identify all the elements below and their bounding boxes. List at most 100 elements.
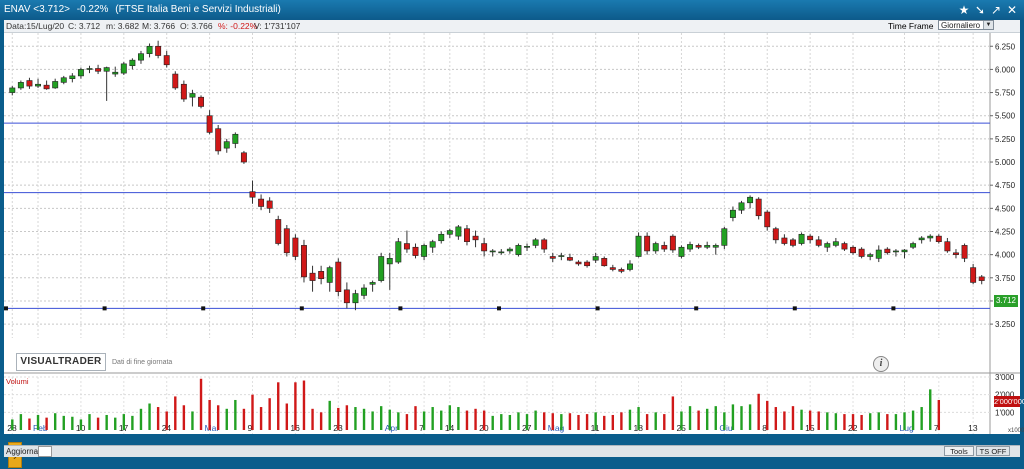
volume-bar <box>397 412 400 430</box>
volume-bar <box>551 413 554 430</box>
candle-body <box>601 258 608 267</box>
candle-body <box>687 244 693 250</box>
info-open: O: 3.766 <box>180 21 213 31</box>
line-handle <box>299 306 304 311</box>
refresh-button[interactable]: Aggiorna <box>6 447 38 456</box>
volume-bar <box>371 411 374 430</box>
y-tick-label: 5.000 <box>995 158 1016 167</box>
volume-bar <box>414 406 417 430</box>
volume-bar <box>723 412 726 430</box>
candle-body <box>120 63 127 74</box>
volume-bar <box>251 394 254 430</box>
candle-body <box>927 235 934 239</box>
candle-body <box>318 271 325 280</box>
volume-level-label: 2'000'000 <box>994 396 1024 407</box>
volume-bar <box>148 403 151 430</box>
candle-body <box>592 256 599 261</box>
y-tick-label: 5.750 <box>995 89 1016 98</box>
volume-bar <box>379 406 383 430</box>
volume-bar <box>757 393 760 430</box>
volume-bar <box>165 411 168 430</box>
candlestick-chart[interactable]: 3.2503.5003.7504.0004.2504.5004.7505.000… <box>4 33 1020 434</box>
volume-bar <box>903 412 906 430</box>
candle-body <box>258 198 265 207</box>
volume-bar <box>362 408 366 430</box>
candle-body <box>429 241 436 248</box>
x-tick-label: Lug <box>900 423 914 433</box>
candle-body <box>661 245 668 250</box>
candle-body <box>824 243 831 248</box>
volume-bar <box>894 414 898 430</box>
volume-bar <box>877 412 880 430</box>
line-handle <box>4 306 8 311</box>
close-icon[interactable]: ✕ <box>1004 2 1020 18</box>
candle-body <box>772 228 779 241</box>
window-title: ENAV <3.712> -0.22% (FTSE Italia Beni e … <box>4 4 285 15</box>
candle-body <box>180 83 187 100</box>
volume-bar <box>174 396 177 430</box>
candle-body <box>498 251 505 254</box>
refresh-field[interactable] <box>38 446 52 457</box>
pin-icon[interactable]: ➘ <box>972 2 988 18</box>
volume-bar <box>156 407 160 430</box>
time-frame-select[interactable]: Giornaliero ▼ <box>938 20 994 30</box>
star-icon[interactable]: ★ <box>956 2 972 18</box>
candle-body <box>841 243 848 250</box>
x-tick-label: Apr <box>385 423 398 433</box>
volume-bar <box>482 410 486 430</box>
candle-body <box>232 133 239 144</box>
line-handle <box>792 306 797 311</box>
volume-bar <box>860 414 863 430</box>
last-price-label: 3.712 <box>994 295 1018 307</box>
candle-body <box>455 226 462 237</box>
candle-body <box>970 267 977 283</box>
volume-bar <box>71 416 74 430</box>
volume-bar <box>783 411 786 430</box>
line-handle <box>595 306 600 311</box>
volume-bar <box>259 407 263 430</box>
candle-body <box>875 249 882 259</box>
candle-body <box>352 293 359 304</box>
candle-body <box>901 249 908 253</box>
y-tick-label: 3.750 <box>995 274 1016 283</box>
candle-body <box>26 80 33 87</box>
volume-bar <box>731 404 735 430</box>
quote-info-bar: Data:15/Lug/20 C: 3.712 m: 3.682 M: 3.76… <box>4 20 1020 33</box>
volume-bar <box>851 414 855 430</box>
volume-bar <box>345 405 349 430</box>
candle-body <box>678 246 685 257</box>
volume-bar <box>474 408 477 430</box>
candle-body <box>189 93 196 98</box>
candle-body <box>335 261 342 292</box>
line-handle <box>497 306 501 311</box>
candle-body <box>712 245 719 248</box>
candle-body <box>301 245 307 278</box>
volume-bar <box>139 408 143 430</box>
restore-icon[interactable]: ↗ <box>988 2 1004 18</box>
candle-body <box>326 267 333 283</box>
info-icon[interactable]: i <box>873 356 889 372</box>
volume-bar <box>937 399 941 430</box>
chevron-down-icon[interactable]: ▼ <box>983 21 993 29</box>
candle-body <box>95 68 102 72</box>
volume-bar <box>328 400 331 430</box>
volume-bar <box>826 412 829 430</box>
tools-button[interactable]: Tools <box>944 446 974 456</box>
volume-bar <box>911 410 915 430</box>
volume-bar <box>440 410 443 430</box>
ts-off-button[interactable]: TS OFF <box>976 446 1010 456</box>
candle-body <box>729 209 736 218</box>
volume-bar <box>654 412 657 430</box>
candle-body <box>163 55 170 66</box>
candle-body <box>146 45 153 54</box>
volume-bar <box>920 407 923 430</box>
candle-body <box>309 272 316 281</box>
candle-body <box>953 252 959 255</box>
candle-body <box>472 235 479 241</box>
candle-body <box>541 239 548 250</box>
candle-body <box>35 83 41 87</box>
candle-body <box>378 256 385 281</box>
volume-bar <box>791 406 795 430</box>
volume-bar <box>105 414 108 430</box>
chart-area[interactable]: 3.2503.5003.7504.0004.2504.5004.7505.000… <box>4 33 1024 468</box>
